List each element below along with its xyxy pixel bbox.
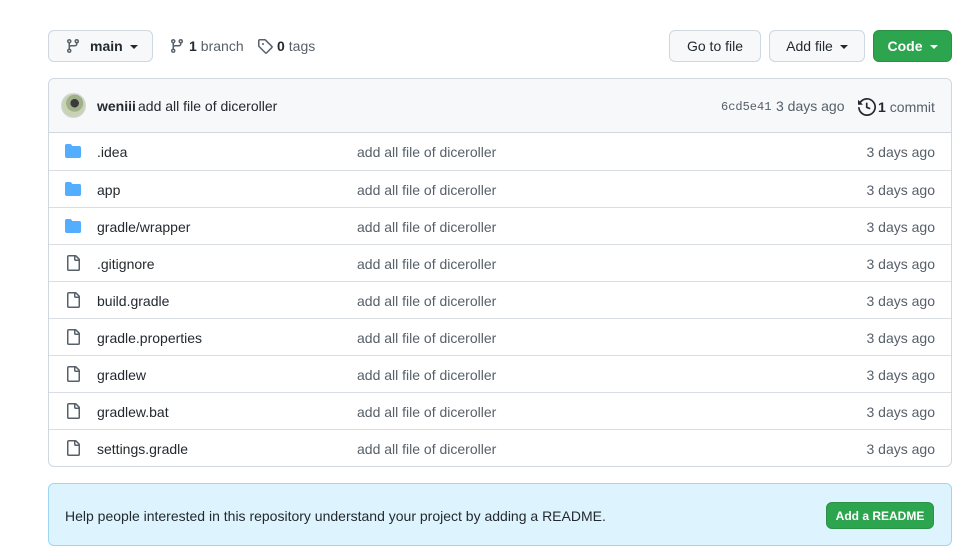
tags-label: tags — [288, 38, 316, 54]
add-file-label: Add file — [786, 38, 833, 54]
file-name[interactable]: settings.gradle — [97, 441, 188, 457]
file-commit-message[interactable]: add all file of diceroller — [357, 219, 496, 235]
git-branch-icon — [169, 38, 185, 54]
file-commit-time: 3 days ago — [866, 144, 936, 160]
folder-icon — [65, 218, 81, 234]
tag-icon — [257, 38, 273, 54]
commit-count-label: commit — [889, 99, 935, 115]
file-commit-time: 3 days ago — [866, 367, 936, 383]
commit-author[interactable]: weniii — [97, 98, 136, 114]
file-icon — [65, 292, 81, 308]
file-name[interactable]: gradle/wrapper — [97, 219, 190, 235]
tags-link[interactable]: 0 tags — [257, 30, 315, 62]
file-browser: weniii add all file of diceroller 6cd5e4… — [48, 78, 952, 467]
file-commit-message[interactable]: add all file of diceroller — [357, 144, 496, 160]
branch-select-button[interactable]: main — [48, 30, 153, 62]
file-commit-message[interactable]: add all file of diceroller — [357, 256, 496, 272]
file-commit-message[interactable]: add all file of diceroller — [357, 182, 496, 198]
file-name[interactable]: .idea — [97, 144, 127, 160]
branches-link[interactable]: 1 branch — [169, 30, 244, 62]
folder-icon — [65, 143, 81, 159]
commit-message[interactable]: add all file of diceroller — [138, 98, 277, 114]
file-name[interactable]: app — [97, 182, 120, 198]
commit-time: 3 days ago — [776, 98, 845, 114]
file-name[interactable]: .gitignore — [97, 256, 155, 272]
readme-banner: Help people interested in this repositor… — [48, 483, 952, 546]
file-commit-message[interactable]: add all file of diceroller — [357, 367, 496, 383]
chevron-down-icon — [129, 45, 138, 49]
file-row[interactable]: .gitignore add all file of diceroller 3 da… — [49, 244, 951, 281]
file-commit-time: 3 days ago — [866, 256, 936, 272]
file-row[interactable]: build.gradle add all file of diceroller 3 … — [49, 281, 951, 318]
folder-icon — [65, 181, 81, 197]
file-commit-message[interactable]: add all file of diceroller — [357, 330, 496, 346]
code-button[interactable]: Code — [873, 30, 952, 62]
commit-sha[interactable]: 6cd5e41 — [721, 100, 771, 114]
file-commit-message[interactable]: add all file of diceroller — [357, 441, 496, 457]
tags-count: 0 — [277, 38, 285, 54]
history-icon — [858, 98, 876, 116]
file-row[interactable]: gradle/wrapper add all file of diceroller… — [49, 207, 951, 244]
file-commit-time: 3 days ago — [866, 441, 936, 457]
file-row[interactable]: gradlew.bat add all file of diceroller 3 d… — [49, 392, 951, 429]
file-name[interactable]: gradlew.bat — [97, 404, 169, 420]
file-commit-time: 3 days ago — [866, 330, 936, 346]
code-label: Code — [887, 38, 923, 54]
file-row[interactable]: gradlew add all file of diceroller 3 days … — [49, 355, 951, 392]
avatar[interactable] — [61, 93, 86, 118]
file-commit-message[interactable]: add all file of diceroller — [357, 293, 496, 309]
file-commit-time: 3 days ago — [866, 182, 936, 198]
file-icon — [65, 255, 81, 271]
add-readme-button[interactable]: Add a README — [826, 502, 934, 529]
file-commit-time: 3 days ago — [866, 293, 936, 309]
go-to-file-button[interactable]: Go to file — [669, 30, 761, 62]
file-icon — [65, 440, 81, 456]
commit-count: 1 — [878, 99, 886, 115]
readme-prompt-text: Help people interested in this repositor… — [65, 508, 606, 524]
chevron-down-icon — [929, 45, 938, 49]
file-icon — [65, 403, 81, 419]
repo-toolbar: main 1 branch 0 tags Go to file Add file… — [48, 30, 952, 62]
file-name[interactable]: build.gradle — [97, 293, 169, 309]
file-row[interactable]: settings.gradle add all file of dicerolle… — [49, 429, 951, 466]
file-row[interactable]: gradle.properties add all file of dicerol… — [49, 318, 951, 355]
file-icon — [65, 329, 81, 345]
chevron-down-icon — [839, 45, 848, 49]
add-file-button[interactable]: Add file — [769, 30, 865, 62]
file-commit-time: 3 days ago — [866, 219, 936, 235]
file-row[interactable]: app add all file of diceroller 3 days ago — [49, 170, 951, 207]
latest-commit-bar: weniii add all file of diceroller 6cd5e4… — [49, 79, 951, 133]
file-commit-message[interactable]: add all file of diceroller — [357, 404, 496, 420]
file-name[interactable]: gradle.properties — [97, 330, 202, 346]
file-row[interactable]: .idea add all file of diceroller 3 days ag… — [49, 133, 951, 170]
file-commit-time: 3 days ago — [866, 404, 936, 420]
file-icon — [65, 366, 81, 382]
git-branch-icon — [65, 38, 81, 54]
file-list: .idea add all file of diceroller 3 days ag… — [49, 133, 951, 466]
file-name[interactable]: gradlew — [97, 367, 146, 383]
branch-name: main — [90, 38, 123, 54]
branches-label: branch — [200, 38, 244, 54]
commit-history-link[interactable]: 1 commit — [858, 98, 935, 116]
branches-count: 1 — [189, 38, 197, 54]
